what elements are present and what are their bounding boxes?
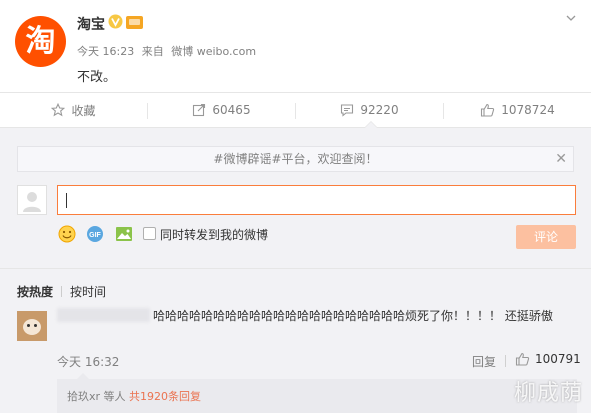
reply-caret [77, 373, 89, 379]
action-bar: 收藏 60465 92220 1078724 [0, 92, 591, 128]
favorite-label: 收藏 [71, 103, 96, 118]
divider [0, 268, 591, 269]
post-source[interactable]: 微博 weibo.com [171, 45, 256, 58]
like-button[interactable]: 1078724 [444, 93, 591, 127]
my-avatar [17, 185, 47, 215]
gif-icon[interactable]: GIF [85, 224, 105, 244]
reply-summary-text: 拾玖xr 等人 共1920条回复 [67, 388, 201, 404]
weibo-post: 淘 淘宝 今天 16:23 来自 微博 weibo.com 不改。 [0, 0, 591, 92]
divider [505, 355, 506, 367]
comment-panel: #微博辟谣#平台，欢迎查阅！ ✕ GIF 同时转发到我的微博 评论 按热度 按时… [0, 128, 591, 413]
comment-tab-indicator [364, 121, 378, 128]
forward-checkbox[interactable] [143, 227, 156, 240]
close-icon[interactable]: ✕ [555, 147, 567, 171]
thumbs-up-icon [481, 103, 495, 117]
post-content: 不改。 [77, 70, 117, 85]
watermark: 柳成荫 [513, 381, 583, 406]
comment-like-count: 100791 [535, 352, 581, 366]
repost-button[interactable]: 60465 [148, 93, 295, 127]
post-time[interactable]: 今天 16:23 [77, 45, 134, 58]
comment-count: 92220 [360, 103, 399, 117]
chevron-down-icon[interactable] [565, 12, 577, 24]
emoji-icon[interactable] [57, 224, 77, 244]
like-count: 1078724 [501, 103, 555, 117]
verified-icon [108, 14, 123, 29]
post-meta: 今天 16:23 来自 微博 weibo.com [77, 43, 260, 59]
reply-user-link[interactable]: 拾玖xr [67, 390, 100, 403]
text-cursor [66, 193, 67, 208]
reply-summary: 拾玖xr 等人 共1920条回复 [57, 373, 577, 413]
comment-time: 今天 16:32 [57, 355, 120, 369]
submit-comment-button[interactable]: 评论 [516, 225, 576, 249]
reply-button[interactable]: 回复 [472, 353, 496, 370]
author-avatar[interactable]: 淘 [15, 16, 66, 67]
thumbs-up-icon [515, 352, 530, 366]
divider [61, 286, 63, 297]
commenter-avatar[interactable] [17, 311, 47, 341]
star-icon [51, 103, 66, 117]
rumor-notice: #微博辟谣#平台，欢迎查阅！ ✕ [17, 146, 574, 172]
cat-face [23, 319, 41, 335]
eye [34, 324, 37, 327]
vip-badge-icon[interactable] [126, 16, 143, 29]
comment-icon [341, 104, 354, 117]
repost-count: 60465 [212, 103, 251, 117]
comment-input[interactable] [57, 185, 576, 215]
rumor-topic-link[interactable]: #微博辟谣#平台 [213, 152, 305, 166]
sort-by-time[interactable]: 按时间 [70, 285, 106, 299]
forward-label: 同时转发到我的微博 [160, 228, 269, 242]
comment-sort: 按热度 按时间 [17, 283, 106, 300]
sort-by-hot[interactable]: 按热度 [17, 285, 53, 299]
eye [27, 324, 30, 327]
author-name[interactable]: 淘宝 [77, 14, 105, 34]
favorite-button[interactable]: 收藏 [0, 93, 147, 127]
source-prefix: 来自 [141, 45, 164, 58]
image-icon[interactable] [114, 224, 134, 244]
reply-middle-text: 等人 [100, 390, 130, 403]
repost-icon [193, 103, 206, 117]
default-avatar-icon [23, 192, 41, 212]
notice-text: ，欢迎查阅！ [305, 152, 378, 166]
svg-text:GIF: GIF [89, 232, 101, 239]
comment-text: 哈哈哈哈哈哈哈哈哈哈哈哈哈哈哈哈哈哈哈哈哈烦死了你！！！！ 还挺骄傲 [153, 309, 553, 323]
avatar-glyph: 淘 [25, 24, 56, 59]
comment-like-button[interactable]: 100791 [515, 352, 581, 366]
view-replies-link[interactable]: 共1920条回复 [129, 390, 201, 403]
